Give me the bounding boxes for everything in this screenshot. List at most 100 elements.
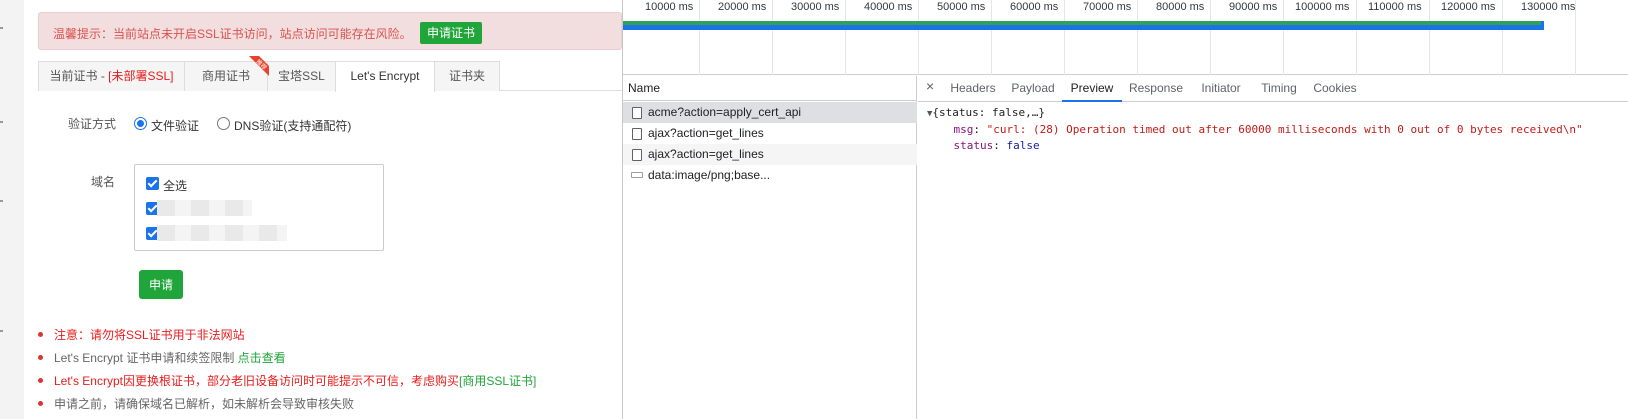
timeline-tick-label: 20000 ms <box>718 1 767 13</box>
tab-payload[interactable]: Payload <box>1004 76 1062 102</box>
verify-method-label: 验证方式 <box>68 117 117 131</box>
json-preview: ▼{status: false,…} msg: "curl: (28) Oper… <box>927 106 1583 152</box>
request-waterfall-download <box>623 25 1544 30</box>
redacted-domain <box>157 225 287 241</box>
tab-headers[interactable]: Headers <box>942 76 1004 102</box>
timeline-gridline <box>1502 0 1503 75</box>
radio-dns-verify[interactable] <box>217 117 230 130</box>
timeline-gridline <box>918 0 919 75</box>
gutter-mark <box>0 27 3 29</box>
image-icon <box>631 172 643 178</box>
note-text: Let's Encrypt 证书申请和续签限制 <box>54 351 238 365</box>
tab-label: 证书夹 <box>448 69 485 83</box>
close-icon[interactable]: × <box>926 78 934 94</box>
gutter-mark <box>0 330 3 332</box>
select-all-label[interactable]: 全选 <box>163 177 187 194</box>
request-row[interactable]: ajax?action=get_lines <box>623 123 917 144</box>
radio-file-verify-label[interactable]: 文件验证 <box>151 117 199 134</box>
document-icon <box>632 149 642 161</box>
left-gutter <box>0 0 24 419</box>
timeline-gridline <box>1064 0 1065 75</box>
name-column-header[interactable]: Name <box>623 76 917 101</box>
request-name: ajax?action=get_lines <box>648 126 764 140</box>
tab-lets-encrypt[interactable]: Let's Encrypt <box>335 61 435 92</box>
radio-dns-verify-label[interactable]: DNS验证(支持通配符) <box>234 117 351 134</box>
ssl-warning-banner: 温馨提示：当前站点未开启SSL证书访问，站点访问可能存在风险。 申请证书 <box>38 12 622 50</box>
timeline-tick-label: 50000 ms <box>937 1 986 13</box>
json-key: status <box>953 139 994 152</box>
timeline-tick-label: 70000 ms <box>1083 1 1132 13</box>
request-detail: × Headers Payload Preview Response Initi… <box>918 76 1628 419</box>
ssl-panel: 温馨提示：当前站点未开启SSL证书访问，站点访问可能存在风险。 申请证书 当前证… <box>0 0 622 419</box>
request-waterfall-end <box>1541 21 1544 30</box>
list-item: 申请之前，请确保域名已解析，如未解析会导致审核失败 <box>38 396 618 419</box>
redacted-domain <box>157 200 252 216</box>
timeline-gridline <box>991 0 992 75</box>
gutter-mark <box>0 121 3 123</box>
timeline-gridline <box>1356 0 1357 75</box>
tab-status: [未部署SSL] <box>108 69 174 83</box>
network-timeline[interactable]: 10000 ms 20000 ms 30000 ms 40000 ms 5000… <box>623 0 1628 75</box>
request-row[interactable]: data:image/png;base... <box>623 165 917 186</box>
ssl-tabs: 当前证书 - [未部署SSL] 商用证书 宝塔SSL Let's Encrypt… <box>38 61 622 92</box>
note-text: Let's Encrypt因更换根证书，部分老旧设备访问时可能提示不可信，考虑购… <box>54 374 459 388</box>
tab-current-cert[interactable]: 当前证书 - [未部署SSL] <box>38 61 185 91</box>
timeline-tick-label: 110000 ms <box>1368 1 1422 13</box>
timeline-tick-label: 30000 ms <box>791 1 840 13</box>
tab-label: 商用证书 <box>201 69 250 83</box>
timeline-gridline <box>1283 0 1284 75</box>
tab-label: 当前证书 - <box>49 69 109 83</box>
tab-initiator[interactable]: Initiator <box>1190 76 1252 102</box>
timeline-tick-label: 100000 ms <box>1295 1 1350 13</box>
list-item: Let's Encrypt因更换根证书，部分老旧设备访问时可能提示不可信，考虑购… <box>38 373 618 396</box>
tab-cert-folder[interactable]: 证书夹 <box>434 61 500 91</box>
timeline-tick-label: 80000 ms <box>1156 1 1205 13</box>
timeline-tick-label: 90000 ms <box>1229 1 1278 13</box>
note-text: 申请之前，请确保域名已解析，如未解析会导致审核失败 <box>54 397 355 411</box>
tab-cookies[interactable]: Cookies <box>1306 76 1364 102</box>
tab-label: Let's Encrypt <box>350 69 420 83</box>
timeline-gridline <box>1429 0 1430 75</box>
timeline-gridline <box>845 0 846 75</box>
commercial-ssl-link[interactable]: [商用SSL证书] <box>459 374 536 388</box>
request-name: ajax?action=get_lines <box>648 147 764 161</box>
timeline-tick-label: 40000 ms <box>864 1 913 13</box>
rate-limit-link[interactable]: 点击查看 <box>238 351 286 365</box>
tab-preview[interactable]: Preview <box>1062 76 1122 102</box>
timeline-gridline <box>699 0 700 75</box>
screen: 温馨提示：当前站点未开启SSL证书访问，站点访问可能存在风险。 申请证书 当前证… <box>0 0 1628 419</box>
gutter-mark <box>0 200 3 202</box>
timeline-tick-label: 120000 ms <box>1441 1 1496 13</box>
recommend-ribbon-icon: 推荐 <box>249 56 269 76</box>
json-key: msg <box>953 123 974 136</box>
tab-response[interactable]: Response <box>1122 76 1190 102</box>
timeline-tick-label: 60000 ms <box>1010 1 1059 13</box>
request-name: data:image/png;base... <box>648 168 771 182</box>
json-bool-value: false <box>1006 139 1040 152</box>
timeline-tick-label: 130000 ms <box>1521 1 1576 13</box>
request-list: Name acme?action=apply_cert_api ajax?act… <box>623 76 917 419</box>
request-row[interactable]: ajax?action=get_lines <box>623 144 917 165</box>
json-string-value: "curl: (28) Operation timed out after 60… <box>986 123 1583 136</box>
list-item: Let's Encrypt 证书申请和续签限制 点击查看 <box>38 350 618 373</box>
json-summary[interactable]: {status: false,…} <box>932 106 1045 119</box>
checkbox-select-all[interactable] <box>146 177 159 190</box>
apply-button[interactable]: 申请 <box>139 270 183 299</box>
request-row[interactable]: acme?action=apply_cert_api <box>623 102 917 123</box>
timeline-gridline <box>772 0 773 75</box>
timeline-gridline <box>1210 0 1211 75</box>
tab-timing[interactable]: Timing <box>1252 76 1306 102</box>
timeline-tick-label: 10000 ms <box>645 1 694 13</box>
tab-label: 宝塔SSL <box>278 69 325 83</box>
domain-list: 全选 <box>134 164 384 251</box>
notes-list: 注意：请勿将SSL证书用于非法网站 Let's Encrypt 证书申请和续签限… <box>38 327 618 419</box>
domain-label: 域名 <box>91 175 116 189</box>
list-item: 注意：请勿将SSL证书用于非法网站 <box>38 327 618 350</box>
document-icon <box>632 128 642 140</box>
request-name: acme?action=apply_cert_api <box>648 105 802 119</box>
apply-cert-button[interactable]: 申请证书 <box>420 22 483 44</box>
warning-text: 温馨提示：当前站点未开启SSL证书访问，站点访问可能存在风险。 <box>53 27 412 41</box>
timeline-gridline <box>1137 0 1138 75</box>
radio-file-verify[interactable] <box>134 117 147 130</box>
tab-bt-ssl[interactable]: 宝塔SSL <box>267 61 336 91</box>
